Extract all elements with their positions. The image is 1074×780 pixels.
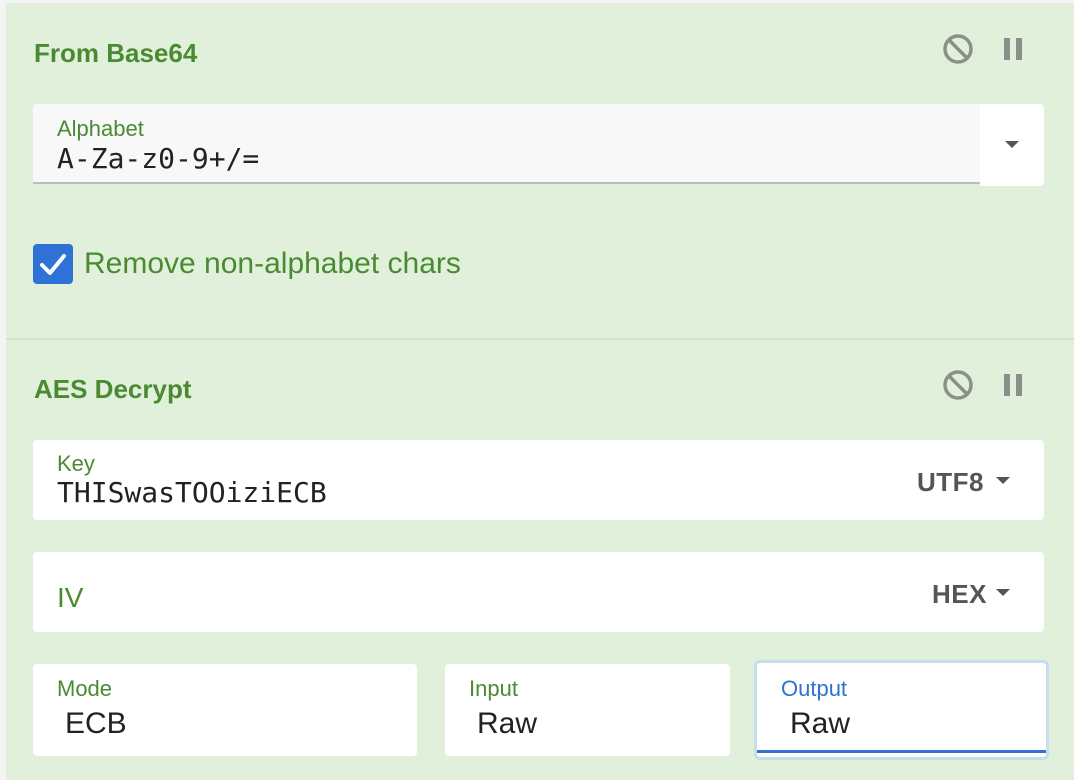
- operation-title-from-base64: From Base64: [34, 38, 198, 68]
- pause-icon[interactable]: [1002, 371, 1026, 399]
- alphabet-label: Alphabet: [57, 116, 144, 141]
- output-label: Output: [781, 676, 848, 701]
- output-value: Raw: [790, 707, 851, 740]
- key-encoding-label: UTF8: [917, 467, 984, 497]
- iv-encoding-label: HEX: [932, 579, 987, 609]
- caret-down-icon: [1005, 141, 1019, 148]
- check-icon: [40, 254, 66, 275]
- iv-label: IV: [57, 582, 84, 613]
- key-encoding-dropdown[interactable]: UTF8: [917, 467, 984, 498]
- output-format-select[interactable]: Output Raw: [754, 660, 1049, 760]
- mode-label: Mode: [57, 676, 113, 701]
- input-label: Input: [469, 676, 518, 701]
- remove-non-alphabet-label[interactable]: Remove non-alphabet chars: [84, 247, 461, 281]
- iv-field[interactable]: IV HEX: [33, 552, 1044, 632]
- alphabet-dropdown-button[interactable]: [980, 104, 1044, 186]
- input-format-select[interactable]: Input Raw: [445, 664, 730, 756]
- alphabet-value[interactable]: A-Za-z0-9+/=: [57, 142, 259, 175]
- input-value: Raw: [477, 707, 538, 740]
- key-value[interactable]: THISwasTOOiziECB: [57, 476, 327, 509]
- key-label: Key: [57, 451, 95, 476]
- caret-down-icon: [996, 477, 1010, 484]
- key-field[interactable]: Key THISwasTOOiziECB UTF8: [33, 440, 1044, 520]
- remove-non-alphabet-checkbox[interactable]: [33, 244, 73, 284]
- iv-encoding-dropdown[interactable]: HEX: [932, 579, 987, 610]
- operation-title-aes-decrypt: AES Decrypt: [34, 374, 192, 404]
- operation-divider: [6, 338, 1074, 340]
- disable-icon[interactable]: [942, 369, 974, 401]
- disable-icon[interactable]: [942, 33, 974, 65]
- pause-icon[interactable]: [1002, 35, 1026, 63]
- mode-value: ECB: [65, 707, 127, 740]
- mode-select[interactable]: Mode ECB: [33, 664, 417, 756]
- output-focus-underline: [757, 750, 1046, 753]
- alphabet-field[interactable]: Alphabet A-Za-z0-9+/=: [33, 104, 980, 184]
- caret-down-icon: [996, 589, 1010, 596]
